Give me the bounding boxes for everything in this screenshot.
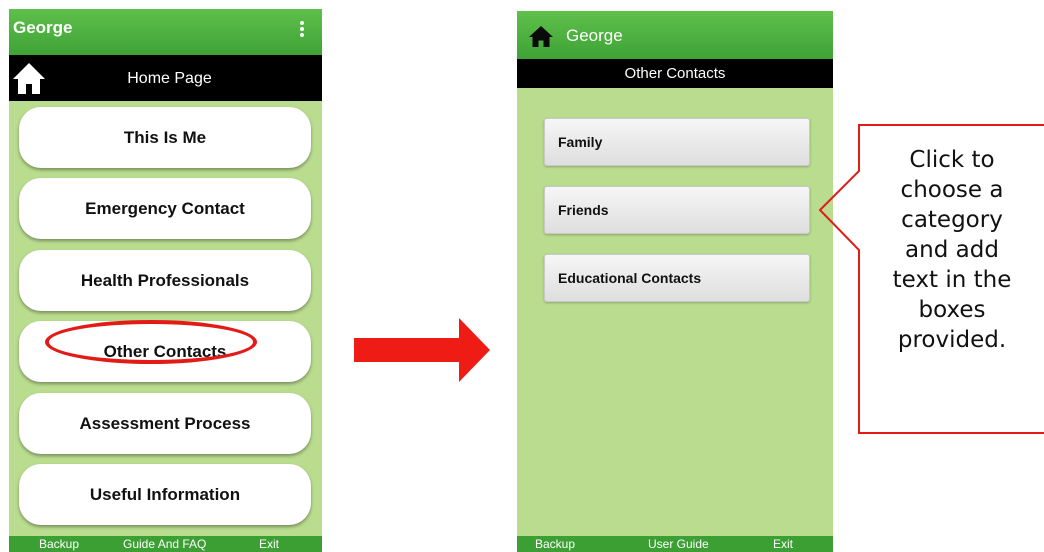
callout-line: provided. — [897, 327, 1007, 353]
callout-line: category — [901, 207, 1003, 233]
right-arrow-icon — [354, 318, 490, 382]
emergency-contact-button[interactable]: Emergency Contact — [19, 178, 311, 239]
friends-button[interactable]: Friends — [544, 186, 810, 234]
app-title: George — [13, 18, 73, 37]
useful-information-button[interactable]: Useful Information — [19, 464, 311, 525]
home-screen: George Home Page This Is Me Emergency Co… — [9, 9, 322, 552]
exit-button[interactable]: Exit — [773, 537, 793, 551]
highlight-ellipse — [45, 320, 257, 364]
guide-and-faq-button[interactable]: Guide And FAQ — [123, 537, 206, 551]
page-header: Other Contacts — [517, 59, 833, 88]
family-button[interactable]: Family — [544, 118, 810, 166]
page-header: Home Page — [9, 55, 322, 101]
assessment-process-button[interactable]: Assessment Process — [19, 393, 311, 454]
kebab-menu-icon[interactable] — [300, 21, 304, 38]
callout-line: choose a — [900, 177, 1004, 203]
callout-line: boxes — [918, 297, 986, 323]
app-bar: George — [9, 9, 322, 55]
educational-contacts-button[interactable]: Educational Contacts — [544, 254, 810, 302]
app-bar: George — [517, 11, 833, 59]
backup-button[interactable]: Backup — [535, 537, 575, 551]
footer-bar: Backup Guide And FAQ Exit — [9, 536, 322, 552]
page-title: Other Contacts — [624, 65, 726, 82]
other-contacts-screen: George Other Contacts Family Friends Edu… — [517, 11, 833, 552]
page-title: Home Page — [127, 70, 212, 87]
callout-line: Click to — [909, 147, 995, 173]
health-professionals-button[interactable]: Health Professionals — [19, 250, 311, 311]
this-is-me-button[interactable]: This Is Me — [19, 107, 311, 168]
app-title: George — [566, 26, 623, 45]
callout-text: Click to choose a category and add text … — [862, 145, 1042, 355]
callout-line: text in the — [892, 267, 1012, 293]
callout-line: and add — [905, 237, 999, 263]
user-guide-button[interactable]: User Guide — [648, 537, 709, 551]
footer-bar: Backup User Guide Exit — [517, 536, 833, 552]
backup-button[interactable]: Backup — [39, 537, 79, 551]
exit-button[interactable]: Exit — [259, 537, 279, 551]
home-icon[interactable] — [529, 26, 553, 47]
